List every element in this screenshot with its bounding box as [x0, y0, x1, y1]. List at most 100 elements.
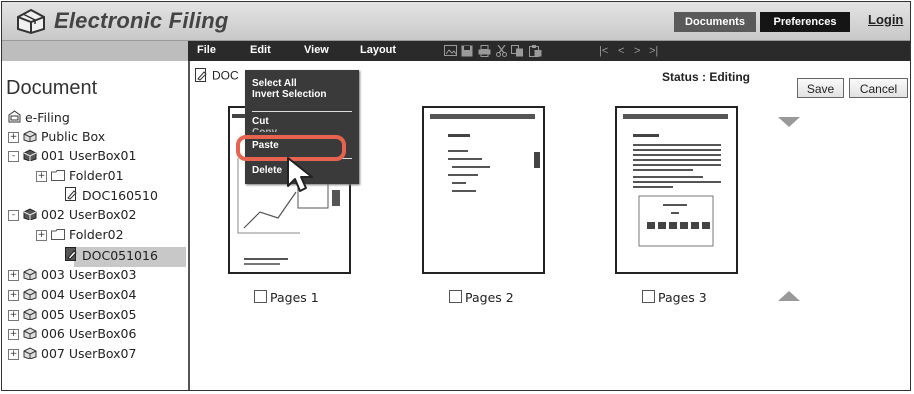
- tree-item-efiling[interactable]: e-Filing: [8, 109, 70, 127]
- cancel-button[interactable]: Cancel: [849, 78, 908, 98]
- tree-label: DOC160510: [82, 188, 158, 203]
- cut-icon[interactable]: [496, 44, 507, 60]
- menu-item-delete[interactable]: Delete: [252, 166, 282, 176]
- page-3-preview: [623, 114, 728, 247]
- paste-icon[interactable]: [529, 45, 542, 60]
- tree-label: 005 UserBox05: [41, 307, 137, 322]
- userbox-icon: [23, 287, 37, 305]
- menu-bar: File Edit View Layout |< < > >|: [188, 41, 910, 61]
- expand-toggle[interactable]: +: [8, 270, 19, 281]
- tree-item-userbox02[interactable]: - 002 UserBox02: [8, 206, 136, 224]
- page-checkbox-3[interactable]: Pages 3: [642, 290, 707, 305]
- page-label: Pages 1: [270, 290, 319, 305]
- expand-toggle[interactable]: +: [8, 290, 19, 301]
- scroll-down-arrow-icon[interactable]: [778, 288, 800, 306]
- last-page-icon[interactable]: >|: [649, 45, 658, 57]
- userbox-icon: [23, 307, 37, 325]
- tree-label: Folder01: [69, 168, 124, 183]
- login-link[interactable]: Login: [868, 12, 903, 27]
- collapse-toggle[interactable]: -: [8, 151, 19, 162]
- page-2-preview: [430, 114, 540, 192]
- preferences-tab-button[interactable]: Preferences: [760, 12, 850, 32]
- sidebar-title: Document: [6, 77, 98, 99]
- menu-item-invert-selection[interactable]: Invert Selection: [252, 90, 326, 100]
- image-icon[interactable]: [444, 45, 457, 59]
- tree-item-userbox05[interactable]: + 005 UserBox05: [8, 306, 136, 324]
- prev-page-icon[interactable]: <: [618, 45, 624, 57]
- userbox-icon: [23, 148, 37, 166]
- collapse-toggle[interactable]: -: [8, 210, 19, 221]
- checkbox[interactable]: [254, 290, 267, 303]
- tree-label: 002 UserBox02: [41, 207, 137, 222]
- page-checkbox-1[interactable]: Pages 1: [254, 290, 319, 305]
- tree-item-userbox03[interactable]: + 003 UserBox03: [8, 266, 136, 284]
- tree-label: 007 UserBox07: [41, 346, 137, 361]
- userbox-icon: [23, 326, 37, 344]
- folder-icon: [51, 227, 65, 245]
- folder-icon: [51, 168, 65, 186]
- menu-item-copy[interactable]: Copy: [252, 128, 277, 132]
- document-icon: [65, 187, 78, 206]
- first-page-icon[interactable]: |<: [599, 45, 608, 57]
- menu-item-cut[interactable]: Cut: [252, 117, 269, 127]
- copy-icon[interactable]: [511, 45, 524, 60]
- userbox-icon: [23, 207, 37, 225]
- tree-label: 004 UserBox04: [41, 287, 137, 302]
- tree-item-userbox01[interactable]: - 001 UserBox01: [8, 147, 136, 165]
- tree-item-public-box[interactable]: + Public Box: [8, 128, 105, 146]
- tree-label: Public Box: [41, 129, 106, 144]
- tree-item-folder02[interactable]: + Folder02: [36, 226, 124, 244]
- efiling-window: Electronic Filing Documents Preferences …: [1, 1, 911, 391]
- checkbox[interactable]: [449, 290, 462, 303]
- tree-label: 001 UserBox01: [41, 148, 137, 163]
- tree-item-doc160510[interactable]: DOC160510: [65, 187, 158, 205]
- menu-view[interactable]: View: [304, 44, 329, 56]
- app-title: Electronic Filing: [54, 8, 229, 33]
- menu-item-select-all[interactable]: Select All: [252, 79, 297, 89]
- header-bar: Electronic Filing Documents Preferences …: [2, 2, 910, 41]
- tree-item-userbox06[interactable]: + 006 UserBox06: [8, 325, 136, 343]
- public-box-icon: [23, 129, 37, 147]
- tree-item-folder01[interactable]: + Folder01: [36, 167, 124, 185]
- status-label: Status : Editing: [662, 70, 750, 84]
- expand-toggle[interactable]: +: [36, 230, 47, 241]
- expand-toggle[interactable]: +: [8, 329, 19, 340]
- page-checkbox-2[interactable]: Pages 2: [449, 290, 514, 305]
- document-icon: [65, 247, 78, 266]
- menu-file[interactable]: File: [197, 44, 216, 56]
- expand-toggle[interactable]: +: [36, 171, 47, 182]
- menu-separator: [252, 111, 352, 112]
- expand-toggle[interactable]: +: [8, 310, 19, 321]
- document-icon: [195, 68, 208, 85]
- expand-toggle[interactable]: +: [8, 132, 19, 143]
- document-name-text: DOC: [212, 68, 239, 83]
- efiling-logo-icon: [15, 7, 47, 40]
- tree-item-userbox04[interactable]: + 004 UserBox04: [8, 286, 136, 304]
- tree-label: DOC051016: [82, 248, 158, 263]
- tree-item-userbox07[interactable]: + 007 UserBox07: [8, 345, 136, 363]
- menu-edit[interactable]: Edit: [250, 44, 271, 56]
- userbox-icon: [23, 267, 37, 285]
- tree-label: Folder02: [69, 227, 124, 242]
- print-icon[interactable]: [478, 45, 491, 60]
- checkbox[interactable]: [642, 290, 655, 303]
- menu-layout[interactable]: Layout: [360, 44, 396, 56]
- expand-toggle[interactable]: +: [8, 349, 19, 360]
- documents-tab-button[interactable]: Documents: [674, 12, 756, 32]
- tree-item-doc051016[interactable]: DOC051016: [65, 247, 158, 265]
- scroll-up-arrow-icon[interactable]: [778, 114, 800, 132]
- save-button[interactable]: Save: [797, 78, 844, 98]
- next-page-icon[interactable]: >: [634, 45, 640, 57]
- page-label: Pages 3: [658, 290, 707, 305]
- userbox-icon: [23, 346, 37, 364]
- tree-label: e-Filing: [25, 110, 70, 125]
- mouse-pointer-icon: [285, 156, 317, 199]
- page-thumbnail-2[interactable]: [422, 106, 545, 274]
- page-label: Pages 2: [465, 290, 514, 305]
- efiling-root-icon: [8, 109, 21, 128]
- sidebar-header-strip: [2, 41, 188, 61]
- save-icon[interactable]: [461, 45, 473, 60]
- tree-label: 006 UserBox06: [41, 326, 137, 341]
- page-thumbnail-3[interactable]: [615, 106, 738, 274]
- document-name-label: DOC: [195, 68, 239, 85]
